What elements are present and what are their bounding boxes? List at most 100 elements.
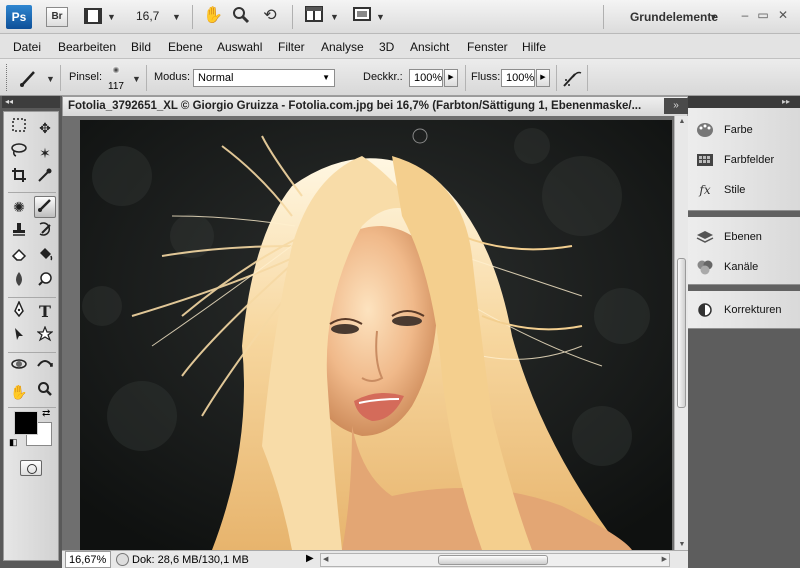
vertical-scroll-thumb[interactable] (677, 258, 686, 408)
toolbox: ✥ ✶ ✺ T ✋ ⇄ ◧ (3, 111, 59, 561)
chevron-down-icon[interactable]: ▼ (330, 12, 339, 22)
chevron-down-icon[interactable]: ▼ (709, 12, 718, 22)
rotate-view-icon[interactable]: ⟲ (260, 6, 280, 26)
panel-group-layers: Ebenen Kanäle (688, 217, 800, 285)
panel-korrekturen[interactable]: Korrekturen (694, 298, 794, 322)
zoom-input[interactable]: 16,67% (65, 551, 111, 568)
chevron-down-icon[interactable]: ▼ (132, 74, 141, 84)
history-brush-tool-icon[interactable] (34, 221, 56, 243)
clone-stamp-tool-icon[interactable] (8, 221, 30, 243)
color-palette-icon (696, 122, 714, 138)
restore-icon[interactable]: ▭ (756, 8, 770, 22)
minimize-icon[interactable]: – (738, 8, 752, 22)
opacity-slider-button[interactable]: ▶ (444, 69, 458, 87)
panel-dock-collapse[interactable]: ▸▸ (688, 96, 800, 108)
opacity-input[interactable]: 100% (409, 69, 443, 87)
separator (603, 5, 604, 29)
menu-filter[interactable]: Filter (278, 40, 305, 54)
paint-bucket-tool-icon[interactable] (34, 246, 56, 268)
arrange-documents-icon[interactable] (304, 6, 324, 26)
menu-ebene[interactable]: Ebene (168, 40, 203, 54)
airbrush-icon[interactable] (561, 67, 583, 89)
chevron-down-icon[interactable]: ▼ (172, 12, 181, 22)
lasso-tool-icon[interactable] (8, 142, 30, 164)
scroll-up-icon[interactable]: ▲ (677, 118, 687, 125)
menu-auswahl[interactable]: Auswahl (217, 40, 262, 54)
flow-slider-button[interactable]: ▶ (536, 69, 550, 87)
hand-icon[interactable]: ✋ (203, 6, 223, 26)
hand-tool-icon[interactable]: ✋ (8, 381, 30, 403)
close-icon[interactable]: ✕ (776, 8, 790, 22)
zoom-level-select[interactable]: 16,7 (136, 9, 159, 23)
tools-panel-collapse[interactable]: ◂◂ (2, 96, 60, 108)
menu-3d[interactable]: 3D (379, 40, 394, 54)
document-canvas[interactable] (62, 116, 674, 550)
3d-orbit-tool-icon[interactable] (34, 356, 56, 378)
menu-hilfe[interactable]: Hilfe (522, 40, 546, 54)
type-tool-icon[interactable]: T (34, 301, 56, 323)
scroll-down-icon[interactable]: ▼ (677, 541, 687, 548)
marquee-tool-icon[interactable] (8, 117, 30, 139)
document-title: Fotolia_3792651_XL © Giorgio Gruizza - F… (68, 100, 642, 112)
chevron-down-icon[interactable]: ▼ (46, 74, 55, 84)
menu-bearbeiten[interactable]: Bearbeiten (58, 40, 116, 54)
photoshop-window: Ps Br ▼ 16,7 ▼ ✋ ⟲ ▼ ▼ Grundelemente ▼ –… (0, 0, 800, 568)
eraser-tool-icon[interactable] (8, 246, 30, 268)
menu-bild[interactable]: Bild (131, 40, 151, 54)
chevron-down-icon[interactable]: ▼ (376, 12, 385, 22)
bridge-button[interactable]: Br (46, 7, 68, 27)
screen-mode-icon[interactable] (352, 6, 372, 26)
mode-label: Modus: (154, 71, 191, 83)
separator (8, 192, 56, 193)
default-colors-icon[interactable]: ◧ (9, 437, 18, 448)
status-menu-arrow-icon[interactable]: ▶ (306, 553, 314, 564)
foreground-color-swatch[interactable] (14, 411, 38, 435)
3d-rotate-tool-icon[interactable] (8, 356, 30, 378)
spot-healing-tool-icon[interactable]: ✺ (8, 196, 30, 218)
brush-tool-icon[interactable] (34, 196, 56, 218)
separator (465, 65, 466, 91)
application-bar: Ps Br ▼ 16,7 ▼ ✋ ⟲ ▼ ▼ Grundelemente ▼ –… (0, 0, 800, 34)
menu-ansicht[interactable]: Ansicht (410, 40, 449, 54)
menu-fenster[interactable]: Fenster (467, 40, 508, 54)
swap-colors-icon[interactable]: ⇄ (42, 408, 50, 419)
horizontal-scroll-thumb[interactable] (438, 555, 548, 565)
quick-mask-button[interactable] (20, 460, 42, 476)
document-tab[interactable]: Fotolia_3792651_XL © Giorgio Gruizza - F… (62, 96, 688, 116)
film-icon[interactable] (84, 8, 102, 24)
menu-bar: Datei Bearbeiten Bild Ebene Auswahl Filt… (0, 34, 800, 59)
brush-label: Pinsel: (69, 71, 103, 83)
menu-analyse[interactable]: Analyse (321, 40, 364, 54)
panel-farbe[interactable]: Farbe (694, 118, 794, 142)
brush-tip-preview-icon[interactable] (112, 66, 120, 74)
path-selection-tool-icon[interactable] (8, 326, 30, 348)
brush-tool-preset-icon[interactable] (18, 67, 42, 89)
magic-wand-tool-icon[interactable]: ✶ (34, 142, 56, 164)
workspace-switcher[interactable]: Grundelemente (630, 10, 718, 24)
crop-tool-icon[interactable] (8, 167, 30, 189)
pen-tool-icon[interactable] (8, 300, 30, 323)
eyedropper-tool-icon[interactable] (34, 167, 56, 189)
panel-expand-button[interactable]: » (664, 98, 688, 114)
dodge-tool-icon[interactable] (34, 271, 56, 293)
vertical-scrollbar[interactable]: ▲ ▼ (674, 116, 688, 550)
mode-select[interactable]: Normal ▼ (193, 69, 335, 87)
panel-stile[interactable]: fx Stile (694, 178, 794, 202)
panel-kanaele[interactable]: Kanäle (694, 255, 794, 279)
separator (146, 65, 147, 91)
blur-tool-icon[interactable] (8, 271, 30, 293)
menu-datei[interactable]: Datei (13, 40, 41, 54)
flow-input[interactable]: 100% (501, 69, 535, 87)
move-tool-icon[interactable]: ✥ (34, 117, 56, 139)
separator (8, 297, 56, 298)
custom-shape-tool-icon[interactable] (34, 325, 56, 348)
horizontal-scrollbar[interactable]: ◀ ▶ (320, 553, 670, 567)
status-info-icon[interactable] (116, 553, 129, 566)
zoom-tool-icon[interactable] (34, 381, 56, 403)
panel-ebenen[interactable]: Ebenen (694, 225, 794, 249)
scroll-left-icon[interactable]: ◀ (323, 555, 328, 563)
scroll-right-icon[interactable]: ▶ (662, 555, 667, 563)
zoom-icon[interactable] (231, 6, 251, 26)
panel-farbfelder[interactable]: Farbfelder (694, 148, 794, 172)
chevron-down-icon[interactable]: ▼ (107, 12, 116, 22)
